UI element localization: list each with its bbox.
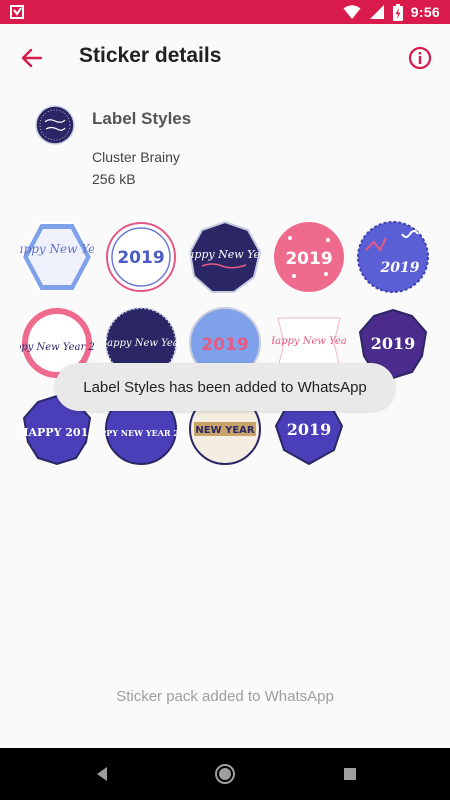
sticker-9-text: Happy New Year (272, 336, 346, 347)
sticker-3[interactable]: Happy New Year (188, 220, 262, 294)
status-time: 9:56 (410, 4, 440, 20)
app-bar: Sticker details (0, 24, 450, 90)
sticker-13-text: NEW YEAR (195, 425, 255, 436)
nav-recents-icon[interactable] (338, 762, 362, 786)
wifi-icon (343, 5, 361, 19)
sticker-8-text: 2019 (201, 335, 248, 355)
status-bar: 9:56 (0, 0, 450, 24)
sticker-12-text: HAPPY NEW YEAR 2019 (104, 428, 178, 438)
sticker-5-text: 2019 (380, 260, 420, 276)
sticker-14-text: 2019 (287, 420, 332, 439)
signal-icon (369, 5, 384, 19)
sticker-1-text-1: Happy New Year (20, 242, 94, 256)
pack-publisher: Cluster Brainy (92, 149, 180, 165)
info-icon (408, 46, 432, 70)
sticker-4-text: 2019 (285, 249, 332, 269)
sticker-2[interactable]: 2019 (104, 220, 178, 294)
nav-back-icon[interactable] (90, 762, 114, 786)
sticker-11-text: HAPPY 2019 (20, 426, 94, 439)
sticker-2-text: 2019 (117, 248, 164, 268)
toast-message: Label Styles has been added to WhatsApp (55, 363, 395, 411)
sticker-7-text: Happy New Year (104, 338, 178, 349)
pack-tray-icon (35, 105, 75, 145)
navigation-bar (0, 748, 450, 800)
sticker-10-text: 2019 (371, 334, 416, 353)
info-button[interactable] (400, 38, 440, 78)
sticker-4[interactable]: 2019 (272, 220, 346, 294)
sticker-6-text: Happy New Year 2019 (20, 342, 94, 353)
arrow-back-icon (21, 48, 43, 68)
pack-size: 256 kB (92, 171, 136, 187)
page-title: Sticker details (79, 44, 222, 67)
nav-home-icon[interactable] (213, 762, 237, 786)
back-button[interactable] (12, 38, 52, 78)
sticker-3-text: Happy New Year (188, 248, 262, 261)
pack-name: Label Styles (92, 109, 192, 128)
added-status-text: Sticker pack added to WhatsApp (116, 688, 334, 705)
battery-charging-icon (392, 3, 403, 21)
sticker-5[interactable]: 2019 (356, 220, 430, 294)
pack-header: Label Styles Cluster Brainy 256 kB (0, 100, 450, 200)
sticker-1[interactable]: Happy New Year (20, 220, 94, 294)
app-notification-icon (10, 5, 24, 19)
